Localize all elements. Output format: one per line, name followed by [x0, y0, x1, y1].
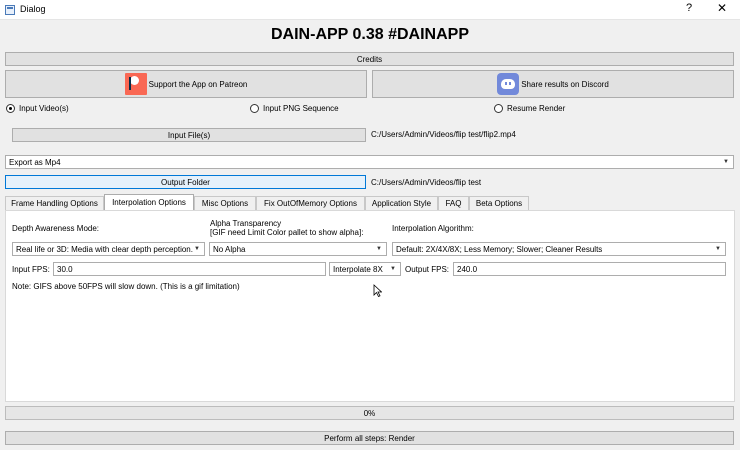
interpolate-value: Interpolate 8X	[333, 264, 383, 274]
alpha-label: Alpha Transparency	[210, 219, 282, 228]
app-heading: DAIN-APP 0.38 #DAINAPP	[271, 26, 469, 43]
app-icon	[5, 5, 15, 15]
radio-dot	[250, 104, 259, 113]
export-format-value: Export as Mp4	[9, 157, 61, 167]
tab-fix-oom[interactable]: Fix OutOfMemory Options	[256, 196, 365, 210]
perform-render-label: Perform all steps: Render	[324, 433, 415, 443]
alpha-value: No Alpha	[213, 244, 246, 254]
output-fps-field[interactable]: 240.0	[453, 262, 726, 276]
depth-mode-value: Real life or 3D: Media with clear depth …	[16, 244, 193, 254]
algorithm-select[interactable]: Default: 2X/4X/8X; Less Memory; Slower; …	[392, 242, 726, 256]
input-path: C:/Users/Admin/Videos/flip test/flip2.mp…	[371, 130, 516, 139]
tab-faq[interactable]: FAQ	[438, 196, 469, 210]
title-bar: Dialog ? ✕	[0, 0, 740, 20]
output-fps-label: Output FPS:	[405, 265, 450, 274]
depth-label: Depth Awareness Mode:	[12, 224, 100, 233]
algorithm-value: Default: 2X/4X/8X; Less Memory; Slower; …	[396, 244, 603, 254]
chevron-down-icon: ▼	[390, 266, 396, 272]
radio-input-video[interactable]: Input Video(s)	[6, 104, 69, 113]
input-fps-label: Input FPS:	[12, 265, 50, 274]
tab-beta[interactable]: Beta Options	[469, 196, 529, 210]
depth-mode-select[interactable]: Real life or 3D: Media with clear depth …	[12, 242, 205, 256]
export-format-select[interactable]: Export as Mp4 ▼	[5, 155, 734, 169]
perform-render-button[interactable]: Perform all steps: Render	[5, 431, 734, 445]
radio-label: Input Video(s)	[19, 104, 69, 113]
patreon-label: Support the App on Patreon	[148, 79, 248, 89]
discord-icon	[497, 73, 520, 95]
alpha-label-note: [GIF need Limit Color pallet to show alp…	[210, 228, 364, 237]
output-fps-value: 240.0	[457, 264, 478, 274]
credits-label: Credits	[356, 54, 383, 64]
render-progress-bar: 0%	[5, 406, 734, 420]
patreon-icon	[124, 73, 147, 95]
gif-note: Note: GIFS above 50FPS will slow down. (…	[12, 282, 240, 291]
alpha-select[interactable]: No Alpha ▼	[209, 242, 387, 256]
input-fps-value: 30.0	[57, 264, 73, 274]
patreon-button[interactable]: Support the App on Patreon	[5, 70, 367, 98]
credits-button[interactable]: Credits	[5, 52, 734, 66]
radio-input-png[interactable]: Input PNG Sequence	[250, 104, 339, 113]
input-fps-field[interactable]: 30.0	[53, 262, 326, 276]
window-title: Dialog	[20, 4, 46, 14]
chevron-down-icon: ▼	[723, 159, 729, 165]
input-files-button[interactable]: Input File(s)	[12, 128, 366, 142]
algorithm-label: Interpolation Algorithm:	[392, 224, 474, 233]
chevron-down-icon: ▼	[194, 246, 200, 252]
interpolate-select[interactable]: Interpolate 8X ▼	[329, 262, 401, 276]
tab-application-style[interactable]: Application Style	[365, 196, 438, 210]
input-files-label: Input File(s)	[167, 130, 211, 140]
radio-dot	[494, 104, 503, 113]
progress-label: 0%	[363, 408, 376, 418]
radio-resume-render[interactable]: Resume Render	[494, 104, 565, 113]
interpolation-panel	[5, 210, 735, 402]
discord-button[interactable]: Share results on Discord	[372, 70, 734, 98]
output-path: C:/Users/Admin/Videos/flip test	[371, 178, 482, 187]
radio-dot-selected	[6, 104, 15, 113]
tab-frame-handling[interactable]: Frame Handling Options	[5, 196, 104, 210]
discord-label: Share results on Discord	[521, 79, 609, 89]
help-button[interactable]: ?	[686, 2, 692, 14]
radio-label: Input PNG Sequence	[263, 104, 339, 113]
tab-interpolation[interactable]: Interpolation Options	[104, 194, 194, 210]
radio-label: Resume Render	[507, 104, 566, 113]
chevron-down-icon: ▼	[715, 246, 721, 252]
output-folder-button[interactable]: Output Folder	[5, 175, 366, 189]
tab-misc[interactable]: Misc Options	[194, 196, 256, 210]
chevron-down-icon: ▼	[376, 246, 382, 252]
close-icon[interactable]: ✕	[717, 1, 727, 15]
output-folder-label: Output Folder	[161, 177, 210, 187]
